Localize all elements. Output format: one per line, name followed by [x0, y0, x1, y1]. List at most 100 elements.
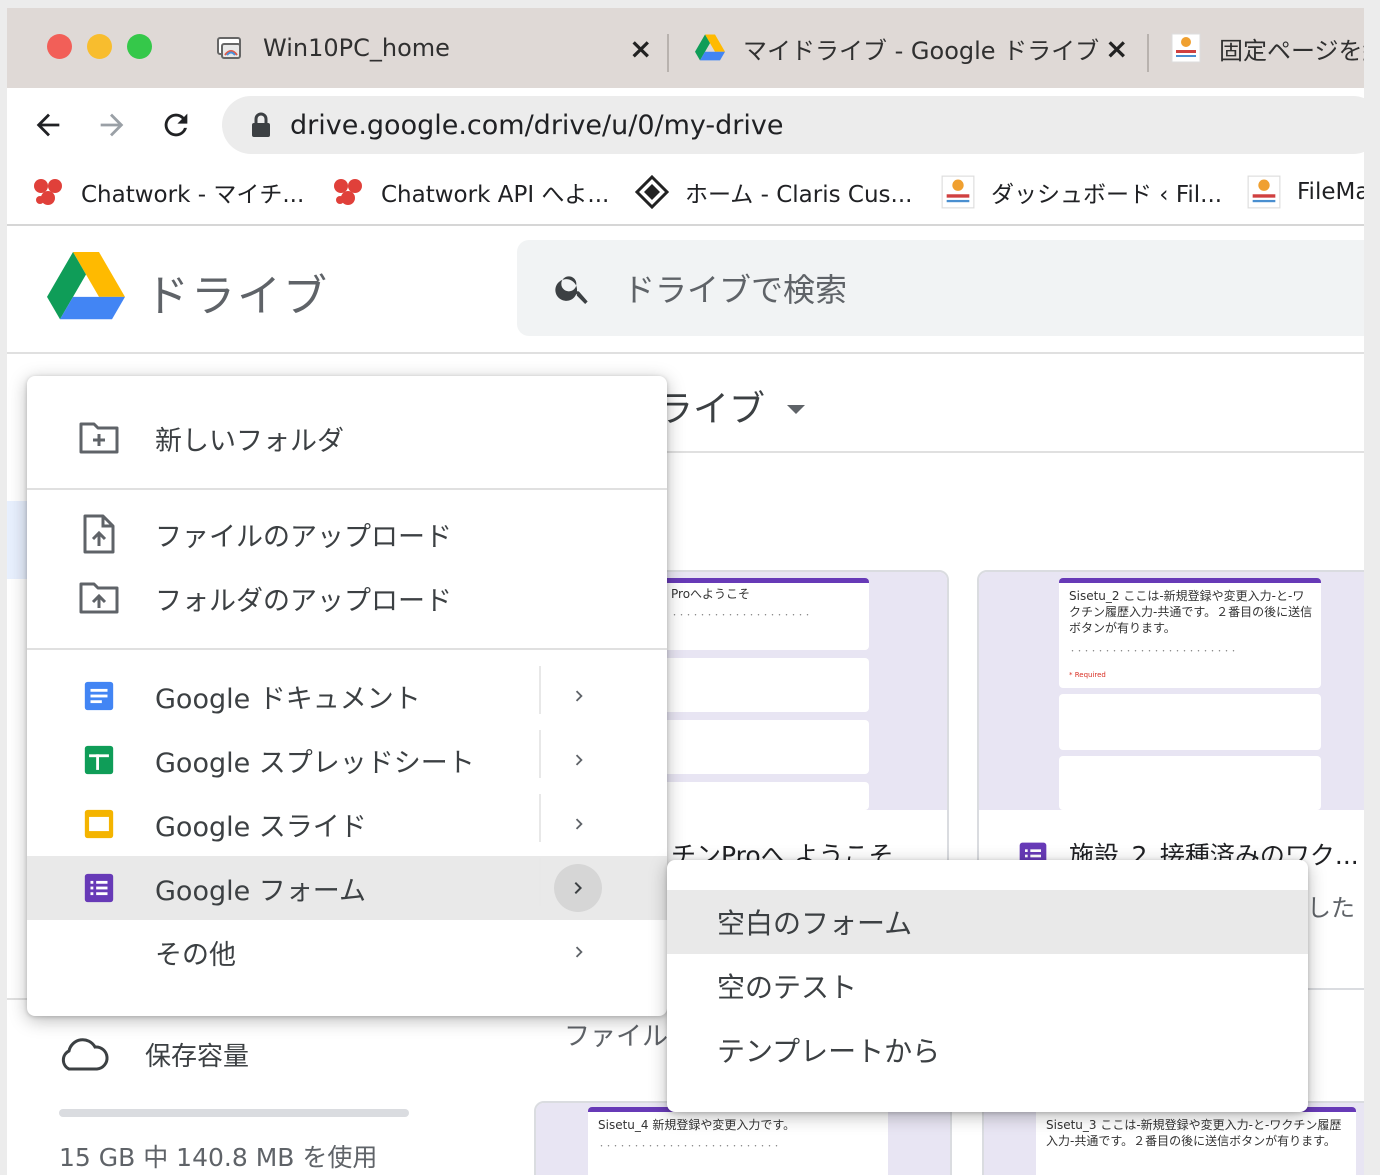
- form-question-block: [649, 658, 869, 712]
- site-favicon-icon: [1171, 33, 1201, 63]
- submenu-item-from-template[interactable]: テンプレートから: [667, 1018, 1308, 1082]
- menu-item-google-forms[interactable]: Google フォーム: [27, 856, 667, 920]
- drive-header: ドライブ ドライブで検索: [7, 226, 1364, 354]
- file-upload-icon: [77, 512, 121, 556]
- tab-separator: [1147, 34, 1149, 72]
- menu-item-label: Google フォーム: [155, 875, 366, 907]
- menu-item-label: Google スプレッドシート: [155, 747, 475, 779]
- google-forms-icon: [77, 866, 121, 910]
- menu-item-separator: [539, 730, 541, 778]
- tab-close-icon[interactable]: ×: [1105, 32, 1128, 65]
- browser-window: Win10PC_home × マイドライブ - Google ドライブ × 固定…: [7, 8, 1364, 1175]
- folder-upload-icon: [77, 576, 121, 620]
- menu-item-google-docs[interactable]: Google ドキュメント: [27, 664, 667, 728]
- reload-icon: [164, 113, 188, 137]
- claris-icon: [634, 174, 670, 210]
- caret-down-icon: [787, 404, 806, 414]
- browser-toolbar: drive.google.com/drive/u/0/my-drive: [7, 88, 1364, 162]
- new-item-menu: 新しいフォルダ ファイルのアップロード フォルダのアップロード Google ド…: [27, 376, 667, 1016]
- reload-button[interactable]: [155, 104, 197, 146]
- chatwork-icon: [31, 175, 65, 209]
- bookmark-claris[interactable]: ホーム - Claris Cus...: [634, 172, 913, 212]
- back-button[interactable]: [27, 104, 69, 146]
- bookmark-chatwork-api[interactable]: Chatwork API へよ...: [331, 172, 609, 212]
- forward-button[interactable]: [91, 104, 133, 146]
- menu-divider: [27, 488, 667, 490]
- menu-item-google-sheets[interactable]: Google スプレッドシート: [27, 728, 667, 792]
- bookmark-label: ダッシュボード ‹ Fil...: [991, 182, 1223, 208]
- menu-item-separator: [539, 858, 541, 906]
- cloud-icon: [61, 1037, 109, 1070]
- thumb-title: Sisetu_3 ここは-新規登録や変更入力-と-ワクチン履歴入力-共通です。２…: [1046, 1118, 1342, 1148]
- menu-item-google-slides[interactable]: Google スライド: [27, 792, 667, 856]
- bookmark-dashboard[interactable]: ダッシュボード ‹ Fil...: [941, 172, 1222, 212]
- close-window-button[interactable]: [47, 34, 72, 59]
- arrow-right-icon: [100, 113, 124, 137]
- google-slides-icon: [77, 802, 121, 846]
- file-card[interactable]: Sisetu_4 新規登録や変更入力です。 ・・・・・・・・・・・・・・・・・・…: [534, 1101, 952, 1175]
- tab-wordpress-page[interactable]: 固定ページを編: [1171, 8, 1364, 88]
- submenu-item-blank-quiz[interactable]: 空のテスト: [667, 954, 1308, 1018]
- menu-item-file-upload[interactable]: ファイルのアップロード: [27, 502, 667, 566]
- google-sheets-icon: [77, 738, 121, 782]
- search-icon[interactable]: [553, 268, 593, 308]
- chevron-right-icon[interactable]: [554, 864, 602, 912]
- thumb-description: ・・・・・・・・・・・・・・・・・・・・・・・・: [1069, 647, 1237, 655]
- menu-item-folder-upload[interactable]: フォルダのアップロード: [27, 566, 667, 630]
- menu-item-new-folder[interactable]: 新しいフォルダ: [27, 406, 667, 470]
- storage-usage-text: 15 GB 中 140.8 MB を使用: [59, 1143, 378, 1172]
- minimize-window-button[interactable]: [87, 34, 112, 59]
- menu-item-label: その他: [155, 939, 236, 971]
- tab-title: Win10PC_home: [263, 34, 450, 62]
- storage-usage-bar: [59, 1109, 409, 1117]
- file-card[interactable]: Sisetu_3 ここは-新規登録や変更入力-と-ワクチン履歴入力-共通です。２…: [982, 1101, 1364, 1175]
- search-placeholder: ドライブで検索: [623, 271, 848, 309]
- bookmark-label: FileMa: [1297, 179, 1364, 205]
- tab-google-drive[interactable]: マイドライブ - Google ドライブ ×: [695, 8, 1135, 88]
- submenu-item-label: 空のテスト: [717, 971, 858, 1004]
- tab-strip: Win10PC_home × マイドライブ - Google ドライブ × 固定…: [7, 8, 1364, 88]
- google-drive-logo-icon[interactable]: [47, 252, 125, 322]
- tab-win10pc-home[interactable]: Win10PC_home ×: [215, 8, 655, 88]
- chevron-right-icon[interactable]: [557, 802, 601, 846]
- bookmark-label: ホーム - Claris Cus...: [685, 182, 913, 208]
- google-drive-icon: [695, 33, 725, 63]
- google-forms-submenu: 空白のフォーム 空のテスト テンプレートから: [667, 860, 1308, 1112]
- menu-item-more[interactable]: その他: [27, 920, 667, 984]
- file-subtitle-partial: した: [1307, 894, 1355, 922]
- bookmarks-bar: Chatwork - マイチ... Chatwork API へよ... ホーム…: [7, 162, 1364, 226]
- file-thumbnail: Sisetu_4 新規登録や変更入力です。 ・・・・・・・・・・・・・・・・・・…: [536, 1103, 950, 1175]
- bookmark-label: Chatwork API へよ...: [381, 182, 610, 208]
- menu-item-label: 新しいフォルダ: [155, 425, 344, 457]
- form-question-block: [1059, 756, 1321, 810]
- tab-title: 固定ページを編: [1219, 36, 1364, 65]
- file-thumbnail: Sisetu_3 ここは-新規登録や変更入力-と-ワクチン履歴入力-共通です。２…: [984, 1103, 1364, 1175]
- maximize-window-button[interactable]: [127, 34, 152, 59]
- divider: [667, 451, 1364, 453]
- folder-plus-icon: [77, 416, 121, 460]
- my-drive-breadcrumb[interactable]: ライブ: [657, 380, 806, 432]
- drive-search-box[interactable]: ドライブで検索: [517, 240, 1364, 336]
- form-question-block: [649, 782, 869, 810]
- thumb-title: Sisetu_2 ここは-新規登録や変更入力-と-ワクチン履歴入力-共通です。２…: [1069, 589, 1313, 635]
- form-question-block: [1059, 694, 1321, 750]
- thumb-description: ・・・・・・・・・・・・・・・・・・・・: [671, 611, 811, 619]
- chatwork-icon: [331, 175, 365, 209]
- lock-icon: [252, 112, 270, 137]
- submenu-item-blank-form[interactable]: 空白のフォーム: [667, 890, 1308, 954]
- thumb-description: ・・・・・・・・・・・・・・・・・・・・・・・・・・: [598, 1142, 780, 1150]
- submenu-item-label: テンプレートから: [717, 1035, 941, 1068]
- storage-label: 保存容量: [145, 1042, 250, 1072]
- bookmark-filemaker[interactable]: FileMa: [1247, 172, 1364, 212]
- address-bar[interactable]: drive.google.com/drive/u/0/my-drive: [222, 96, 1364, 154]
- storage-link[interactable]: 保存容量: [57, 1036, 249, 1073]
- menu-item-label: Google スライド: [155, 811, 367, 843]
- remote-desktop-icon: [215, 33, 245, 63]
- bookmark-chatwork[interactable]: Chatwork - マイチ...: [31, 172, 304, 212]
- chevron-right-icon[interactable]: [557, 674, 601, 718]
- chevron-right-icon[interactable]: [557, 738, 601, 782]
- google-docs-icon: [77, 674, 121, 718]
- sidebar-active-highlight: [7, 501, 27, 579]
- tab-close-icon[interactable]: ×: [629, 32, 652, 65]
- chevron-right-icon[interactable]: [557, 930, 601, 974]
